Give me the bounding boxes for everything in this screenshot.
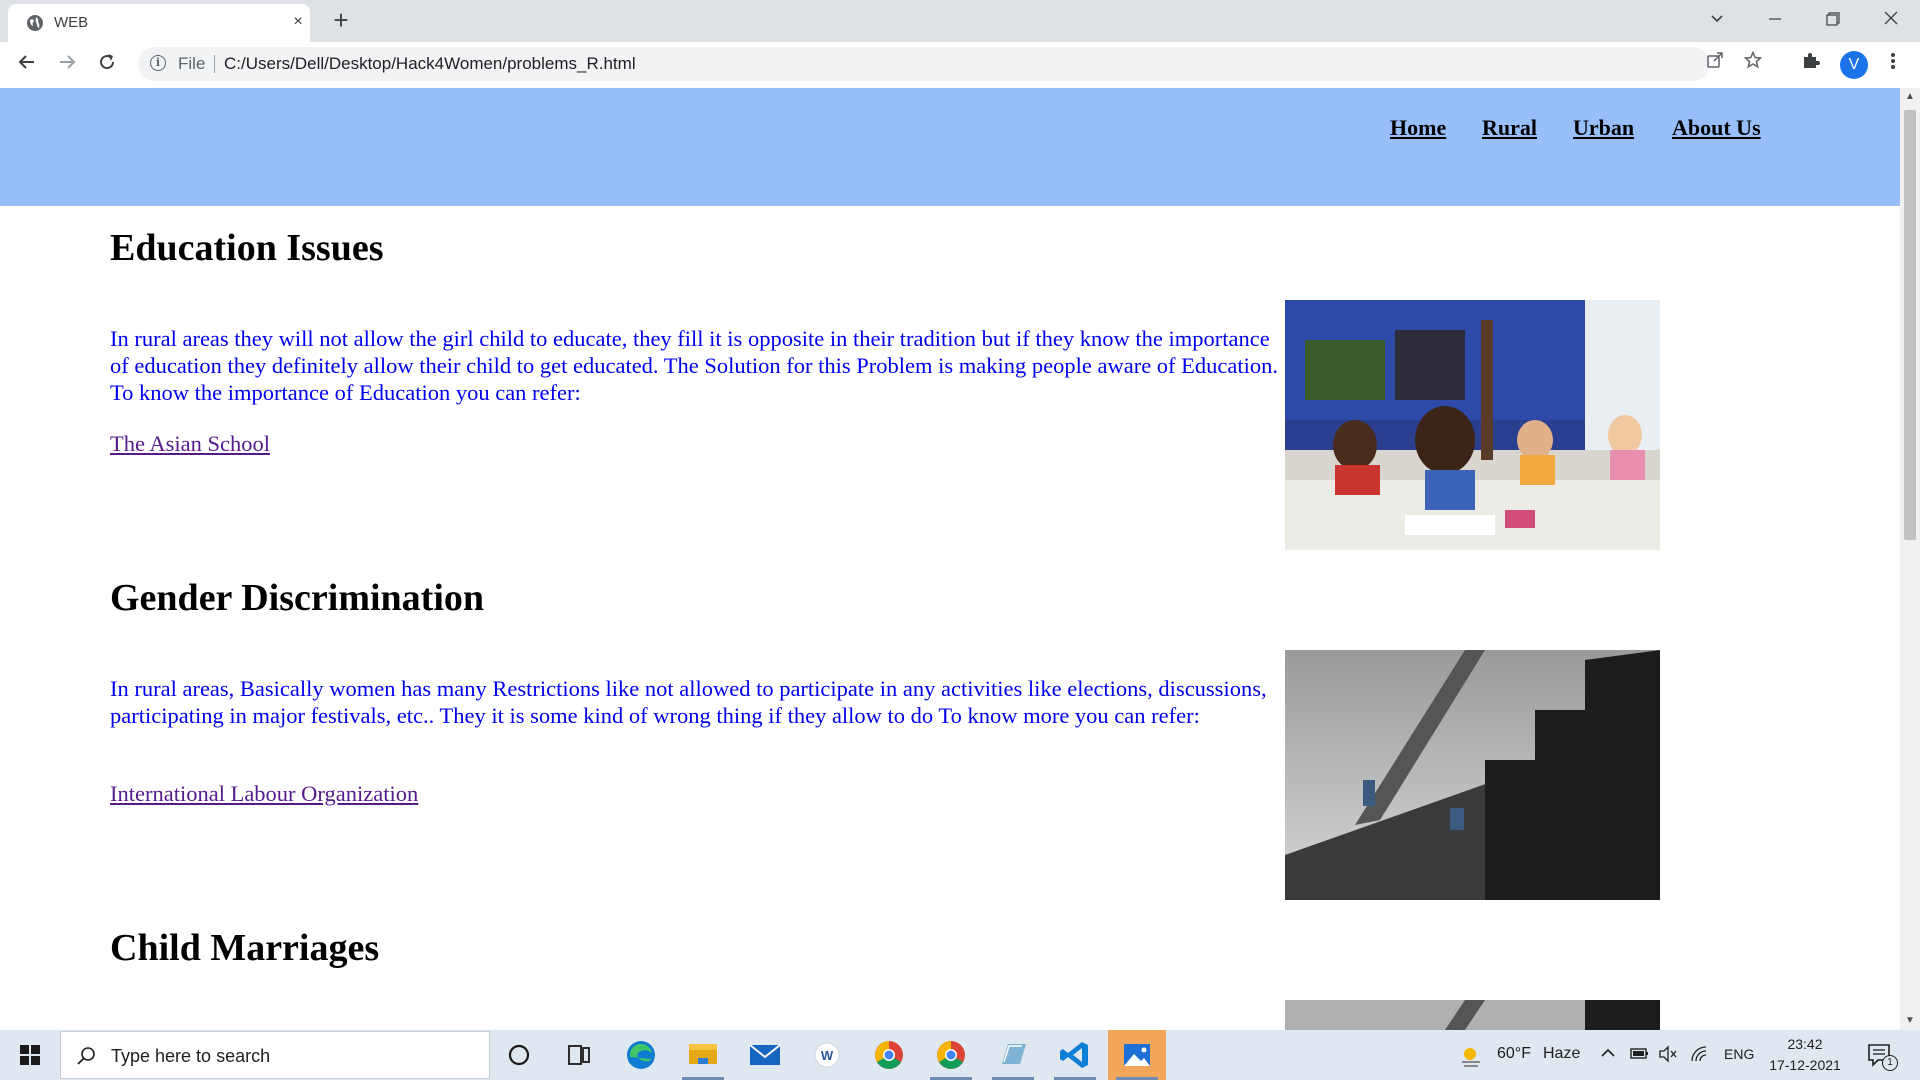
browser-toolbar: i File C:/Users/Dell/Desktop/Hack4Women/… [0, 42, 1920, 89]
task-view-icon[interactable] [550, 1030, 608, 1080]
address-scheme: File [178, 54, 206, 73]
site-header: Home Rural Urban About Us [0, 88, 1900, 206]
tab-bar: WEB × + [0, 0, 1920, 42]
word-pad-icon[interactable]: W [798, 1030, 856, 1080]
weather-icon[interactable] [1458, 1042, 1484, 1068]
profile-avatar[interactable]: V [1840, 51, 1868, 79]
svg-text:W: W [821, 1048, 834, 1063]
address-bar[interactable]: i File C:/Users/Dell/Desktop/Hack4Women/… [138, 47, 1763, 81]
clock-date[interactable]: 17-12-2021 [1762, 1057, 1848, 1073]
staircase-photo [1285, 1000, 1660, 1030]
nav-rural-link[interactable]: Rural [1482, 115, 1537, 141]
link-international-labour-organization[interactable]: International Labour Organization [110, 781, 418, 807]
address-separator [214, 55, 215, 73]
search-icon [77, 1047, 95, 1065]
notepad-icon[interactable] [984, 1030, 1042, 1080]
back-arrow-icon[interactable] [12, 50, 42, 80]
link-the-asian-school[interactable]: The Asian School [110, 431, 270, 457]
tab-close-icon[interactable]: × [288, 12, 308, 32]
mail-icon[interactable] [736, 1030, 794, 1080]
edge-icon[interactable] [612, 1030, 670, 1080]
windows-start-icon[interactable] [0, 1030, 60, 1080]
notification-badge: 1 [1882, 1055, 1898, 1071]
kebab-menu-icon[interactable] [1878, 50, 1908, 80]
battery-icon[interactable] [1630, 1047, 1650, 1066]
notification-icon[interactable]: 1 [1866, 1042, 1898, 1071]
page-scrollbar[interactable]: ▲ ▼ [1900, 88, 1920, 1030]
windows-taskbar: Type here to search W 60°F Haze ENG 23:4… [0, 1030, 1920, 1080]
section-title-child-marriages: Child Marriages [110, 927, 380, 969]
cortana-icon[interactable] [490, 1030, 548, 1080]
tab-title: WEB [54, 14, 89, 31]
taskbar-search-input[interactable]: Type here to search [60, 1031, 490, 1079]
weather-description[interactable]: Haze [1543, 1045, 1580, 1063]
section-text-gender: In rural areas, Basically women has many… [110, 676, 1267, 728]
share-icon[interactable] [1700, 49, 1730, 79]
reload-icon[interactable] [92, 50, 122, 80]
section-title-gender: Gender Discrimination [110, 577, 485, 619]
nav-urban-link[interactable]: Urban [1573, 115, 1634, 141]
nav-home-link[interactable]: Home [1390, 115, 1446, 141]
tab-search-icon[interactable] [1702, 6, 1732, 36]
scrollbar-thumb[interactable] [1904, 110, 1916, 540]
close-window-icon[interactable] [1876, 6, 1906, 36]
chevron-up-icon[interactable] [1600, 1045, 1616, 1066]
weather-temperature[interactable]: 60°F [1497, 1045, 1531, 1063]
forward-arrow-icon[interactable] [52, 50, 82, 80]
section-title-education: Education Issues [110, 227, 384, 269]
speaker-muted-icon[interactable] [1658, 1045, 1678, 1068]
clock-time[interactable]: 23:42 [1770, 1036, 1840, 1052]
restore-icon[interactable] [1818, 6, 1848, 36]
staircase-photo [1285, 650, 1660, 900]
chrome-icon[interactable] [860, 1030, 918, 1080]
bookmark-star-icon[interactable] [1738, 49, 1768, 79]
new-tab-button[interactable]: + [326, 6, 356, 36]
extensions-icon[interactable] [1796, 50, 1826, 80]
page-viewport: Home Rural Urban About Us Education Issu… [0, 88, 1900, 1030]
nav-about-us-link[interactable]: About Us [1672, 115, 1761, 141]
search-placeholder: Type here to search [111, 1046, 271, 1066]
chrome-profile-icon[interactable] [922, 1030, 980, 1080]
browser-tab[interactable]: WEB × [8, 4, 310, 42]
language-indicator[interactable]: ENG [1724, 1046, 1754, 1062]
classroom-photo [1285, 300, 1660, 550]
scroll-down-arrow-icon[interactable]: ▼ [1900, 1012, 1920, 1030]
globe-icon [27, 15, 43, 31]
photos-icon[interactable] [1108, 1030, 1166, 1080]
file-explorer-icon[interactable] [674, 1030, 732, 1080]
vscode-icon[interactable] [1046, 1030, 1104, 1080]
wifi-icon[interactable] [1690, 1045, 1710, 1068]
minimize-icon[interactable] [1760, 6, 1790, 36]
section-text-education: In rural areas they will not allow the g… [110, 326, 1279, 405]
scroll-up-arrow-icon[interactable]: ▲ [1900, 88, 1920, 106]
info-icon[interactable]: i [150, 55, 166, 71]
address-url[interactable]: C:/Users/Dell/Desktop/Hack4Women/problem… [224, 54, 636, 74]
